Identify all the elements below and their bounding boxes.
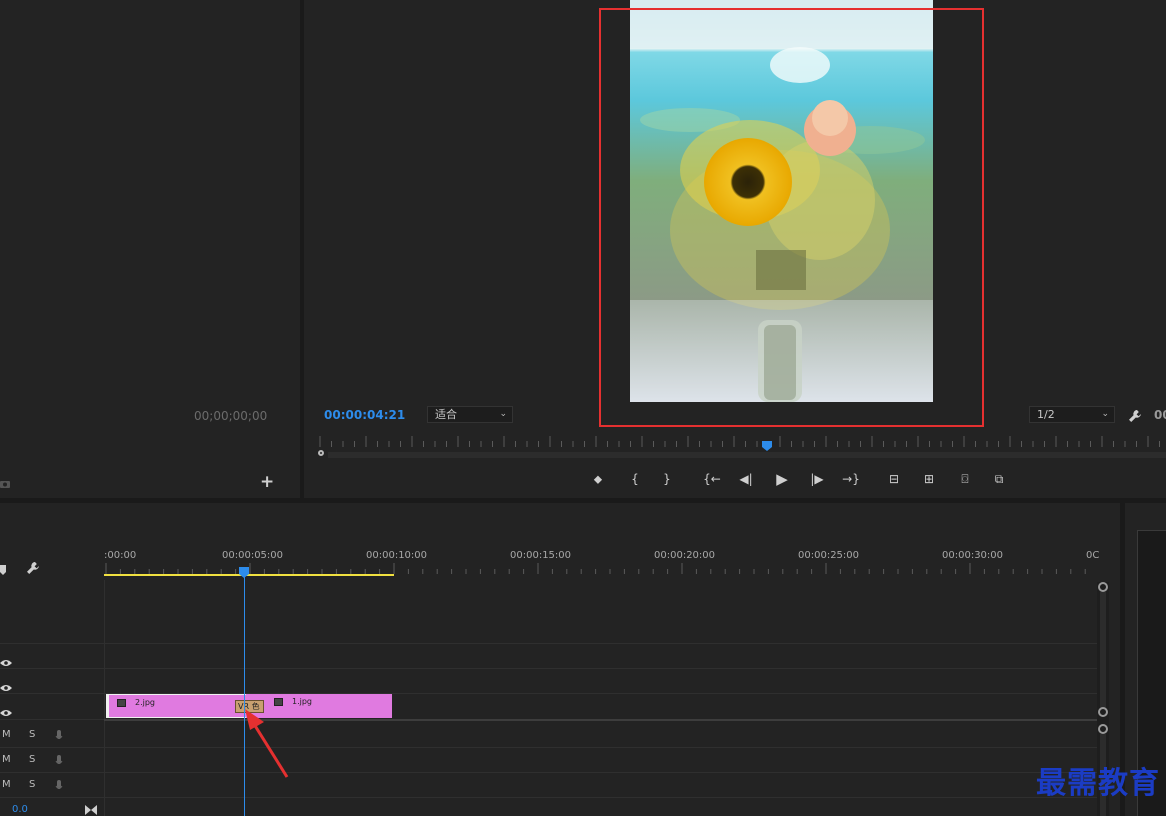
track-divider — [104, 797, 1097, 798]
add-button[interactable]: + — [260, 472, 274, 492]
microphone-icon[interactable] — [55, 752, 63, 764]
eye-icon[interactable] — [0, 677, 12, 691]
eye-icon[interactable] — [0, 652, 12, 666]
track-header-divider-line — [0, 668, 104, 669]
track-header-divider-line — [0, 719, 104, 720]
master-volume-value[interactable]: 0.0 — [12, 804, 28, 815]
mute-button[interactable]: M — [2, 779, 11, 790]
fx-badge-icon — [117, 699, 126, 707]
fit-dropdown-value: 适合 — [435, 408, 457, 421]
marker-icon[interactable] — [0, 560, 6, 575]
ruler-label: :00:00 — [104, 550, 136, 561]
mute-button[interactable]: M — [2, 754, 11, 765]
resolution-dropdown[interactable]: 1/2 ⌄ — [1029, 406, 1115, 423]
camera-icon[interactable] — [0, 474, 12, 488]
premiere-workspace: 00;00;00;00 + 00:00:04:21 适合 ⌄ 1/2 ⌄ 0 ⬥… — [0, 0, 1166, 816]
fx-badge-icon — [274, 698, 283, 706]
solo-button[interactable]: S — [29, 729, 35, 740]
fit-dropdown[interactable]: 适合 ⌄ — [427, 406, 513, 423]
ruler-label: 00:00:25:00 — [798, 550, 859, 561]
chevron-down-icon: ⌄ — [499, 409, 507, 419]
source-monitor-panel: 00;00;00;00 + — [0, 0, 300, 498]
go-to-in-icon[interactable]: {← — [703, 472, 721, 486]
track-header-divider-line — [0, 693, 104, 694]
red-arrow-annotation — [245, 709, 289, 778]
ruler-label: 00:00:15:00 — [510, 550, 571, 561]
mark-out-icon[interactable]: } — [658, 472, 676, 486]
track-header-divider-line — [0, 797, 104, 798]
eye-icon[interactable] — [0, 702, 12, 716]
ruler-label: 00:00:10:00 — [366, 550, 427, 561]
ruler-label: 00:00:20:00 — [654, 550, 715, 561]
track-header-divider-line — [0, 643, 104, 644]
bowtie-icon[interactable] — [85, 800, 97, 815]
ruler-label: 00:00:30:00 — [942, 550, 1003, 561]
timeline-playhead[interactable] — [239, 563, 249, 578]
lift-icon[interactable]: ⊟ — [885, 472, 903, 486]
scroll-handle-icon[interactable] — [1098, 707, 1108, 717]
scroll-handle-icon[interactable] — [1098, 724, 1108, 734]
solo-button[interactable]: S — [29, 779, 35, 790]
solo-button[interactable]: S — [29, 754, 35, 765]
ruler-label: 0C — [1086, 550, 1099, 561]
mark-in-icon[interactable]: { — [626, 472, 644, 486]
source-timecode[interactable]: 00;00;00;00 — [194, 409, 267, 423]
wrench-icon[interactable] — [1128, 408, 1142, 422]
scroll-handle-icon[interactable] — [1098, 582, 1108, 592]
timeline-settings-wrench-icon[interactable] — [26, 560, 40, 574]
clip-2-jpg[interactable]: 2.jpg — [106, 694, 246, 718]
program-timecode[interactable]: 00:00:04:21 — [324, 408, 405, 422]
track-divider — [104, 668, 1097, 669]
microphone-icon[interactable] — [55, 727, 63, 739]
chevron-down-icon: ⌄ — [1101, 409, 1109, 419]
track-header-divider-line — [0, 747, 104, 748]
microphone-icon[interactable] — [55, 777, 63, 789]
watermark-logo: 最需教育 — [1036, 766, 1160, 801]
go-to-out-icon[interactable]: →} — [842, 472, 860, 486]
work-area-bar[interactable] — [104, 574, 394, 576]
program-zoom-scrollbar[interactable] — [328, 452, 1166, 458]
step-forward-icon[interactable]: |▶ — [808, 472, 826, 486]
track-header-divider-line — [0, 772, 104, 773]
marker-icon[interactable]: ⬥ — [589, 472, 607, 486]
highlight-annotation-box — [599, 8, 984, 427]
export-frame-icon[interactable]: ⌼ — [956, 472, 974, 486]
extract-icon[interactable]: ⊞ — [920, 472, 938, 486]
clip-label: 2.jpg — [135, 698, 156, 707]
play-icon[interactable]: ▶ — [773, 472, 791, 487]
zoom-handle-icon[interactable] — [318, 450, 324, 456]
program-duration-partial: 00 — [1154, 408, 1166, 422]
track-divider — [104, 643, 1097, 644]
resolution-dropdown-value: 1/2 — [1037, 408, 1055, 421]
compare-icon[interactable]: ⧉ — [990, 472, 1008, 486]
step-back-icon[interactable]: ◀| — [737, 472, 755, 486]
ruler-label: 00:00:05:00 — [222, 550, 283, 561]
track-header-divider — [104, 580, 105, 816]
mute-button[interactable]: M — [2, 729, 11, 740]
clip-label: 1.jpg — [292, 697, 313, 706]
scroll-thumb[interactable] — [1100, 592, 1106, 708]
program-playhead[interactable] — [762, 436, 773, 451]
